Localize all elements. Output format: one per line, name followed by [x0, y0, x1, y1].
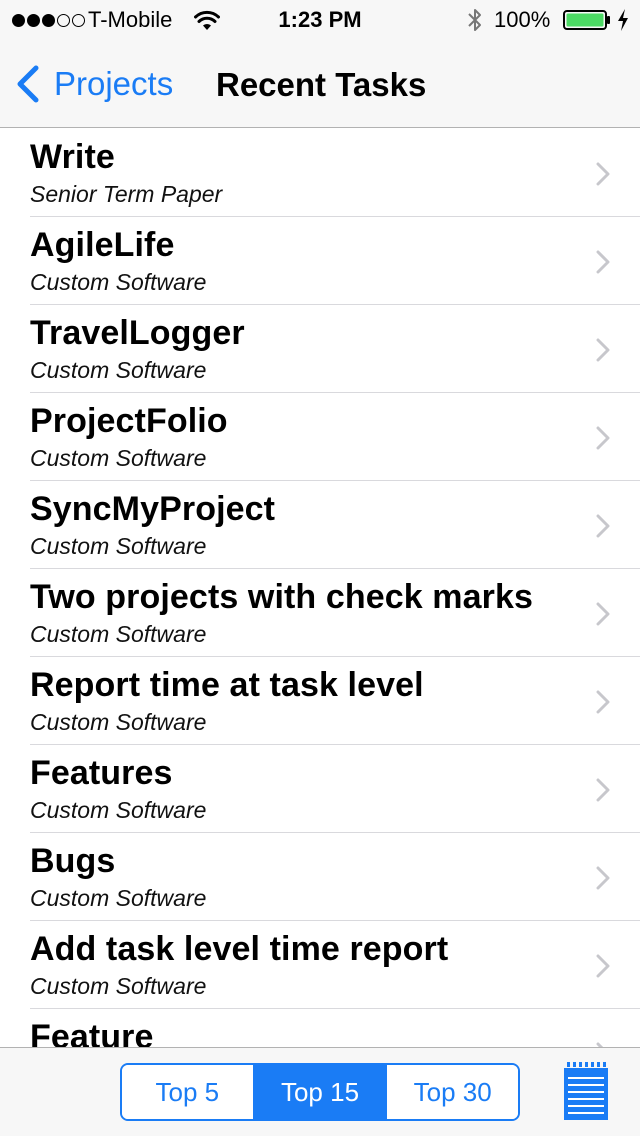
task-title: Add task level time report	[30, 930, 449, 968]
task-row[interactable]: Bugs Custom Software	[30, 833, 640, 921]
task-project: Custom Software	[30, 709, 207, 735]
chevron-right-icon	[596, 514, 610, 538]
notepad-icon[interactable]	[562, 1062, 610, 1122]
task-title: ProjectFolio	[30, 402, 228, 440]
task-project: Custom Software	[30, 269, 207, 295]
chevron-right-icon	[596, 250, 610, 274]
chevron-right-icon	[596, 954, 610, 978]
task-title: Feature	[30, 1018, 154, 1047]
task-title: Write	[30, 138, 115, 176]
chevron-right-icon	[596, 866, 610, 890]
bottom-toolbar: Top 5 Top 15 Top 30	[0, 1047, 640, 1136]
status-bar: T-Mobile 1:23 PM 100%	[0, 0, 640, 40]
task-title: Bugs	[30, 842, 116, 880]
task-row[interactable]: Add task level time report Custom Softwa…	[30, 921, 640, 1009]
task-row[interactable]: Features Custom Software	[30, 745, 640, 833]
chevron-right-icon	[596, 426, 610, 450]
chevron-right-icon	[596, 602, 610, 626]
task-project: Custom Software	[30, 621, 207, 647]
back-button[interactable]: Projects	[14, 62, 173, 106]
task-row[interactable]: Two projects with check marks Custom Sof…	[30, 569, 640, 657]
task-title: SyncMyProject	[30, 490, 276, 528]
task-row[interactable]: AgileLife Custom Software	[30, 217, 640, 305]
task-project: Custom Software	[30, 357, 207, 383]
bluetooth-icon	[468, 9, 481, 31]
task-project: Custom Software	[30, 445, 207, 471]
battery-icon	[563, 10, 610, 30]
task-project: Custom Software	[30, 797, 207, 823]
chevron-right-icon	[596, 338, 610, 362]
chevron-right-icon	[596, 690, 610, 714]
task-project: Custom Software	[30, 533, 207, 559]
task-row[interactable]: SyncMyProject Custom Software	[30, 481, 640, 569]
chevron-right-icon	[596, 162, 610, 186]
segment-top-15[interactable]: Top 15	[252, 1065, 386, 1119]
task-project: Custom Software	[30, 973, 207, 999]
task-row[interactable]: ProjectFolio Custom Software	[30, 393, 640, 481]
task-row[interactable]: Report time at task level Custom Softwar…	[30, 657, 640, 745]
page-title: Recent Tasks	[216, 66, 427, 103]
navigation-bar: Projects Recent Tasks	[0, 40, 640, 128]
charging-bolt-icon	[618, 9, 628, 31]
segment-top-30[interactable]: Top 30	[385, 1065, 518, 1119]
task-title: Report time at task level	[30, 666, 424, 704]
task-row[interactable]: TravelLogger Custom Software	[30, 305, 640, 393]
chevron-left-icon	[17, 65, 39, 103]
back-button-label: Projects	[54, 65, 174, 102]
screen: T-Mobile 1:23 PM 100% Projects Recent Ta…	[0, 0, 640, 1136]
chevron-right-icon	[596, 778, 610, 802]
task-title: TravelLogger	[30, 314, 245, 352]
task-title: Two projects with check marks	[30, 578, 533, 616]
task-title: AgileLife	[30, 226, 175, 264]
task-title: Features	[30, 754, 173, 792]
segment-top-5[interactable]: Top 5	[122, 1065, 253, 1119]
task-project: Senior Term Paper	[30, 181, 223, 207]
top-count-segmented-control: Top 5 Top 15 Top 30	[120, 1063, 520, 1121]
task-project: Custom Software	[30, 885, 207, 911]
battery-percentage: 100%	[494, 7, 551, 32]
task-row[interactable]: Feature	[30, 1009, 640, 1047]
task-row[interactable]: Write Senior Term Paper	[30, 129, 640, 217]
task-list[interactable]: Write Senior Term Paper AgileLife Custom…	[0, 129, 640, 1047]
